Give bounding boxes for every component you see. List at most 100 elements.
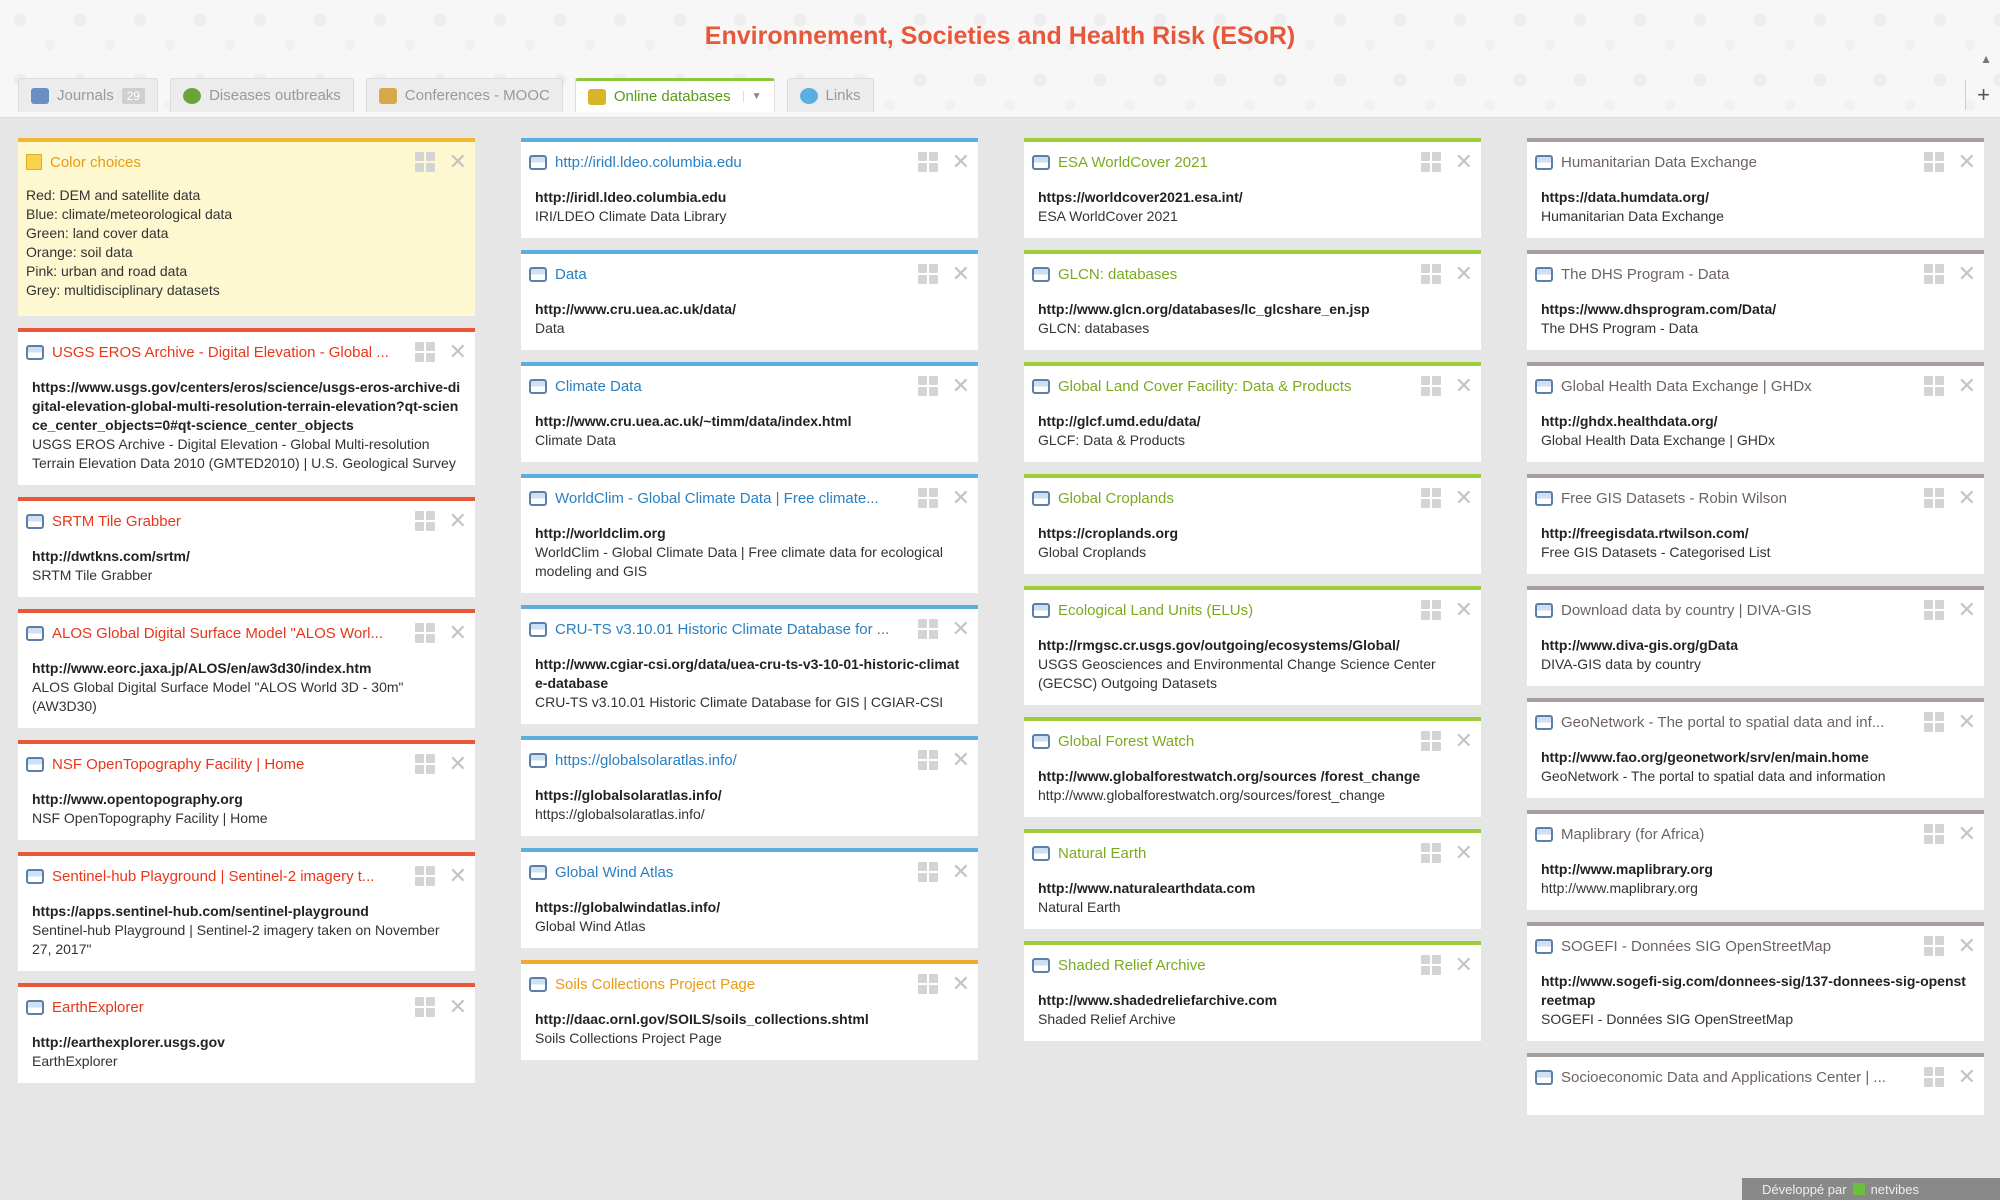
close-icon[interactable]: ✕ bbox=[1958, 375, 1976, 397]
close-icon[interactable]: ✕ bbox=[449, 341, 467, 363]
close-icon[interactable]: ✕ bbox=[1455, 151, 1473, 173]
widget-title[interactable]: Data bbox=[555, 266, 908, 283]
widget-header[interactable]: Data ✕ bbox=[521, 254, 978, 294]
tab-conferences-mooc[interactable]: Conferences - MOOC bbox=[365, 78, 563, 112]
widget-title[interactable]: Global Croplands bbox=[1058, 490, 1411, 507]
close-icon[interactable]: ✕ bbox=[1958, 823, 1976, 845]
widget-title[interactable]: Color choices bbox=[50, 154, 405, 171]
widget-header[interactable]: Free GIS Datasets - Robin Wilson ✕ bbox=[1527, 478, 1984, 518]
widget-url-link[interactable]: http://www.cgiar-csi.org/data/uea-cru-ts… bbox=[535, 655, 964, 693]
drag-handle-icon[interactable] bbox=[1420, 488, 1441, 508]
widget-title[interactable]: ESA WorldCover 2021 bbox=[1058, 154, 1411, 171]
drag-handle-icon[interactable] bbox=[917, 619, 938, 639]
widget-url-link[interactable]: http://worldclim.org bbox=[535, 524, 964, 543]
widget-header[interactable]: Shaded Relief Archive ✕ bbox=[1024, 945, 1481, 985]
tab-menu-caret-icon[interactable]: ▼ bbox=[742, 91, 762, 102]
widget-header[interactable]: GLCN: databases ✕ bbox=[1024, 254, 1481, 294]
close-icon[interactable]: ✕ bbox=[1958, 151, 1976, 173]
drag-handle-icon[interactable] bbox=[917, 152, 938, 172]
widget-url-link[interactable]: https://globalsolaratlas.info/ bbox=[535, 786, 964, 805]
drag-handle-icon[interactable] bbox=[1923, 824, 1944, 844]
widget-url-link[interactable]: http://www.globalforestwatch.org/sources… bbox=[1038, 767, 1467, 786]
widget-url-link[interactable]: http://rmgsc.cr.usgs.gov/outgoing/ecosys… bbox=[1038, 636, 1467, 655]
widget-header[interactable]: Maplibrary (for Africa) ✕ bbox=[1527, 814, 1984, 854]
drag-handle-icon[interactable] bbox=[414, 623, 435, 643]
widget-title[interactable]: SOGEFI - Données SIG OpenStreetMap bbox=[1561, 938, 1914, 955]
drag-handle-icon[interactable] bbox=[1923, 376, 1944, 396]
widget-title[interactable]: Global Forest Watch bbox=[1058, 733, 1411, 750]
widget-title[interactable]: SRTM Tile Grabber bbox=[52, 513, 405, 530]
widget-url-link[interactable]: http://dwtkns.com/srtm/ bbox=[32, 547, 461, 566]
widget-header[interactable]: USGS EROS Archive - Digital Elevation - … bbox=[18, 332, 475, 372]
widget-header[interactable]: CRU-TS v3.10.01 Historic Climate Databas… bbox=[521, 609, 978, 649]
widget-title[interactable]: Free GIS Datasets - Robin Wilson bbox=[1561, 490, 1914, 507]
close-icon[interactable]: ✕ bbox=[952, 375, 970, 397]
widget-url-link[interactable]: http://www.shadedreliefarchive.com bbox=[1038, 991, 1467, 1010]
widget-title[interactable]: CRU-TS v3.10.01 Historic Climate Databas… bbox=[555, 621, 908, 638]
add-tab-icon[interactable]: + bbox=[1977, 82, 1990, 108]
close-icon[interactable]: ✕ bbox=[1455, 487, 1473, 509]
widget-url-link[interactable]: http://daac.ornl.gov/SOILS/soils_collect… bbox=[535, 1010, 964, 1029]
widget-header[interactable]: Socioeconomic Data and Applications Cent… bbox=[1527, 1057, 1984, 1097]
close-icon[interactable]: ✕ bbox=[952, 861, 970, 883]
widget-header[interactable]: The DHS Program - Data ✕ bbox=[1527, 254, 1984, 294]
widget-header[interactable]: http://iridl.ldeo.columbia.edu ✕ bbox=[521, 142, 978, 182]
widget-title[interactable]: ALOS Global Digital Surface Model "ALOS … bbox=[52, 625, 405, 642]
close-icon[interactable]: ✕ bbox=[1958, 711, 1976, 733]
widget-url-link[interactable]: http://ghdx.healthdata.org/ bbox=[1541, 412, 1970, 431]
widget-title[interactable]: Maplibrary (for Africa) bbox=[1561, 826, 1914, 843]
close-icon[interactable]: ✕ bbox=[1958, 487, 1976, 509]
widget-title[interactable]: Global Land Cover Facility: Data & Produ… bbox=[1058, 378, 1411, 395]
close-icon[interactable]: ✕ bbox=[952, 973, 970, 995]
drag-handle-icon[interactable] bbox=[1923, 1067, 1944, 1087]
close-icon[interactable]: ✕ bbox=[1455, 954, 1473, 976]
widget-url-link[interactable]: http://www.opentopography.org bbox=[32, 790, 461, 809]
collapse-header-icon[interactable]: ▲ bbox=[1980, 52, 1992, 66]
widget-url-link[interactable]: http://www.glcn.org/databases/lc_glcshar… bbox=[1038, 300, 1467, 319]
drag-handle-icon[interactable] bbox=[1420, 264, 1441, 284]
widget-header[interactable]: ESA WorldCover 2021 ✕ bbox=[1024, 142, 1481, 182]
close-icon[interactable]: ✕ bbox=[1958, 263, 1976, 285]
drag-handle-icon[interactable] bbox=[414, 342, 435, 362]
widget-header[interactable]: WorldClim - Global Climate Data | Free c… bbox=[521, 478, 978, 518]
widget-title[interactable]: Shaded Relief Archive bbox=[1058, 957, 1411, 974]
widget-url-link[interactable]: http://www.eorc.jaxa.jp/ALOS/en/aw3d30/i… bbox=[32, 659, 461, 678]
close-icon[interactable]: ✕ bbox=[952, 749, 970, 771]
widget-title[interactable]: Socioeconomic Data and Applications Cent… bbox=[1561, 1069, 1914, 1086]
drag-handle-icon[interactable] bbox=[917, 862, 938, 882]
widget-header[interactable]: Global Land Cover Facility: Data & Produ… bbox=[1024, 366, 1481, 406]
widget-title[interactable]: Climate Data bbox=[555, 378, 908, 395]
drag-handle-icon[interactable] bbox=[1420, 843, 1441, 863]
widget-title[interactable]: GeoNetwork - The portal to spatial data … bbox=[1561, 714, 1914, 731]
widget-header[interactable]: Sentinel-hub Playground | Sentinel-2 ima… bbox=[18, 856, 475, 896]
drag-handle-icon[interactable] bbox=[414, 152, 435, 172]
widget-url-link[interactable]: http://iridl.ldeo.columbia.edu bbox=[535, 188, 964, 207]
widget-url-link[interactable]: https://croplands.org bbox=[1038, 524, 1467, 543]
close-icon[interactable]: ✕ bbox=[952, 618, 970, 640]
widget-title[interactable]: GLCN: databases bbox=[1058, 266, 1411, 283]
widget-title[interactable]: NSF OpenTopography Facility | Home bbox=[52, 756, 405, 773]
widget-title[interactable]: Global Wind Atlas bbox=[555, 864, 908, 881]
widget-title[interactable]: The DHS Program - Data bbox=[1561, 266, 1914, 283]
drag-handle-icon[interactable] bbox=[917, 974, 938, 994]
drag-handle-icon[interactable] bbox=[1923, 712, 1944, 732]
drag-handle-icon[interactable] bbox=[917, 488, 938, 508]
widget-header[interactable]: SOGEFI - Données SIG OpenStreetMap ✕ bbox=[1527, 926, 1984, 966]
drag-handle-icon[interactable] bbox=[1923, 488, 1944, 508]
widget-url-link[interactable]: http://www.fao.org/geonetwork/srv/en/mai… bbox=[1541, 748, 1970, 767]
close-icon[interactable]: ✕ bbox=[1455, 730, 1473, 752]
close-icon[interactable]: ✕ bbox=[1455, 375, 1473, 397]
widget-title[interactable]: USGS EROS Archive - Digital Elevation - … bbox=[52, 344, 405, 361]
widget-url-link[interactable]: https://www.usgs.gov/centers/eros/scienc… bbox=[32, 378, 461, 435]
drag-handle-icon[interactable] bbox=[917, 376, 938, 396]
widget-header[interactable]: Climate Data ✕ bbox=[521, 366, 978, 406]
widget-header[interactable]: Soils Collections Project Page ✕ bbox=[521, 964, 978, 1004]
widget-title[interactable]: Sentinel-hub Playground | Sentinel-2 ima… bbox=[52, 868, 405, 885]
drag-handle-icon[interactable] bbox=[414, 511, 435, 531]
drag-handle-icon[interactable] bbox=[917, 264, 938, 284]
widget-url-link[interactable]: https://www.dhsprogram.com/Data/ bbox=[1541, 300, 1970, 319]
tab-online-databases[interactable]: Online databases ▼ bbox=[574, 78, 775, 112]
widget-url-link[interactable]: https://worldcover2021.esa.int/ bbox=[1038, 188, 1467, 207]
widget-header[interactable]: NSF OpenTopography Facility | Home ✕ bbox=[18, 744, 475, 784]
footer-brand[interactable]: netvibes bbox=[1871, 1182, 1919, 1197]
